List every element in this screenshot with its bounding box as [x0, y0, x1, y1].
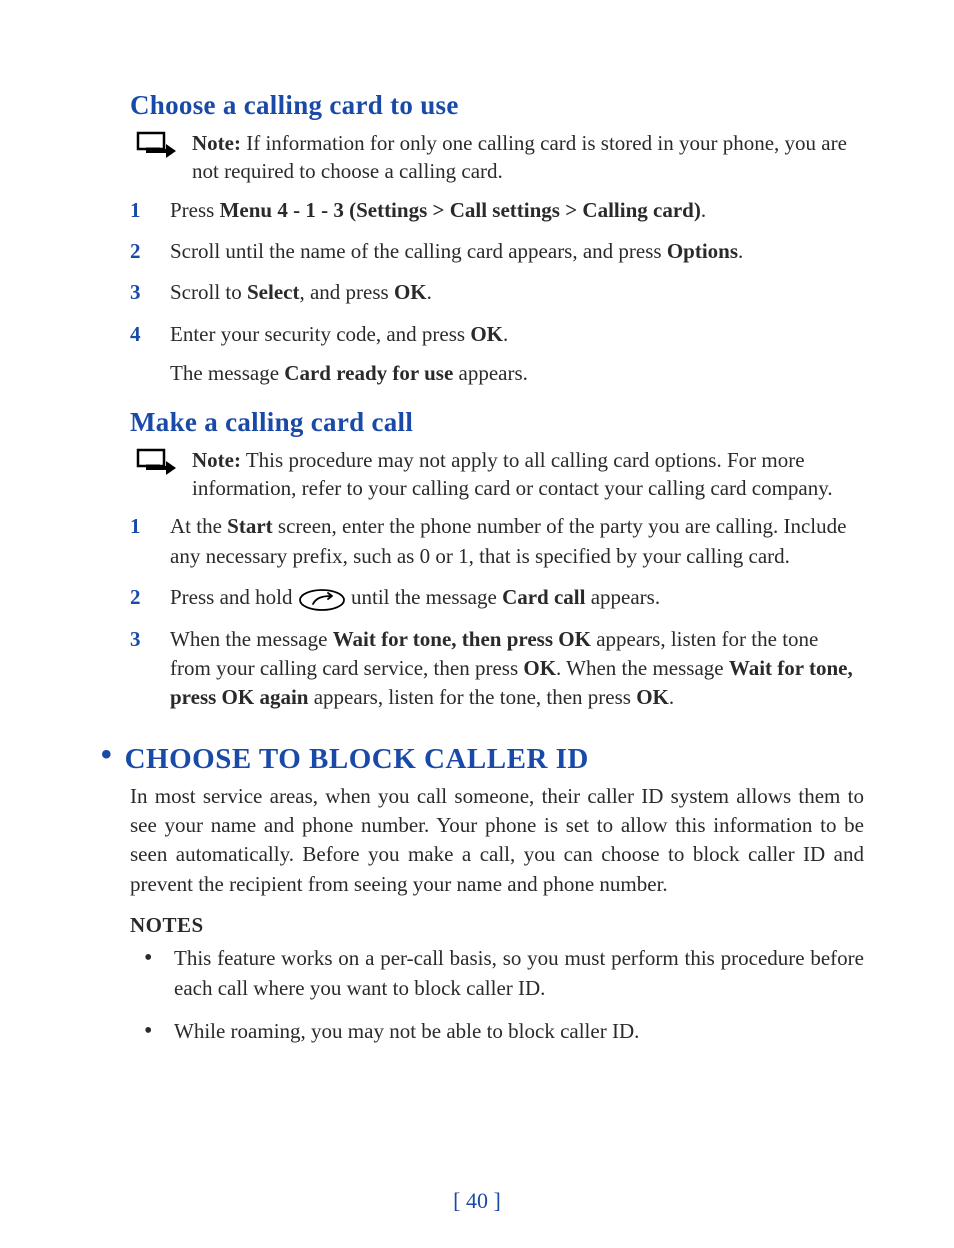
step-item: 3 Scroll to Select, and press OK. — [130, 278, 864, 307]
notes-list: This feature works on a per-call basis, … — [130, 944, 864, 1046]
step-number: 4 — [130, 320, 141, 349]
step-text: Press Menu 4 - 1 - 3 (Settings > Call se… — [170, 198, 706, 222]
note-row: Note: If information for only one callin… — [136, 129, 864, 186]
step-number: 3 — [130, 625, 141, 654]
section: Make a calling card call Note: This proc… — [130, 407, 864, 713]
step-text: At the Start screen, enter the phone num… — [170, 514, 846, 567]
bold-text: Wait for tone, then press OK — [333, 627, 591, 651]
step-text: Scroll until the name of the calling car… — [170, 239, 743, 263]
list-item: While roaming, you may not be able to bl… — [174, 1017, 864, 1046]
manual-page: Choose a calling card to use Note: If in… — [0, 0, 954, 1248]
major-heading-row: • CHOOSE TO BLOCK CALLER ID — [100, 743, 864, 776]
steps-list: 1 Press Menu 4 - 1 - 3 (Settings > Call s… — [130, 196, 864, 389]
step-number: 2 — [130, 583, 141, 612]
step-item: 4 Enter your security code, and press OK.… — [130, 320, 864, 389]
list-item: This feature works on a per-call basis, … — [174, 944, 864, 1003]
step-text: Enter your security code, and press OK. — [170, 322, 508, 346]
steps-list: 1 At the Start screen, enter the phone nu… — [130, 512, 864, 712]
step-text: Press and hold until the message Card ca… — [170, 585, 660, 609]
notes-heading: NOTES — [130, 913, 864, 938]
step-subtext: The message Card ready for use appears. — [170, 359, 864, 388]
section-heading: Choose a calling card to use — [130, 90, 864, 121]
bold-text: Menu 4 - 1 - 3 (Settings > Call settings… — [220, 198, 701, 222]
step-item: 1 Press Menu 4 - 1 - 3 (Settings > Call s… — [130, 196, 864, 225]
step-item: 1 At the Start screen, enter the phone nu… — [130, 512, 864, 571]
step-text: Scroll to Select, and press OK. — [170, 280, 432, 304]
page-number: [ 40 ] — [0, 1188, 954, 1214]
bold-text: Wait for tone, press OK again — [170, 656, 853, 709]
step-number: 1 — [130, 512, 141, 541]
step-number: 3 — [130, 278, 141, 307]
bold-text: Card call — [502, 585, 585, 609]
step-item: 2 Scroll until the name of the calling ca… — [130, 237, 864, 266]
section: Choose a calling card to use Note: If in… — [130, 90, 864, 389]
note-text: Note: If information for only one callin… — [192, 129, 864, 186]
step-text: When the message Wait for tone, then pre… — [170, 627, 853, 710]
note-arrow-icon — [136, 129, 178, 159]
major-heading: CHOOSE TO BLOCK CALLER ID — [125, 743, 589, 776]
bold-text: OK — [523, 656, 556, 680]
bold-text: Select — [247, 280, 299, 304]
note-label: Note: — [192, 131, 241, 155]
body-paragraph: In most service areas, when you call som… — [130, 782, 864, 900]
step-number: 1 — [130, 196, 141, 225]
step-number: 2 — [130, 237, 141, 266]
bold-text: Start — [227, 514, 273, 538]
bold-text: OK — [470, 322, 503, 346]
note-arrow-icon — [136, 446, 178, 476]
step-item: 3 When the message Wait for tone, then pr… — [130, 625, 864, 713]
step-item: 2 Press and hold until the message Card c… — [130, 583, 864, 612]
note-label: Note: — [192, 448, 241, 472]
bold-text: OK — [636, 685, 669, 709]
note-row: Note: This procedure may not apply to al… — [136, 446, 864, 503]
call-key-icon — [298, 588, 346, 612]
section-heading: Make a calling card call — [130, 407, 864, 438]
bold-text: OK — [394, 280, 427, 304]
note-text: Note: This procedure may not apply to al… — [192, 446, 864, 503]
bold-text: Options — [667, 239, 738, 263]
bold-text: Card ready for use — [284, 361, 453, 385]
